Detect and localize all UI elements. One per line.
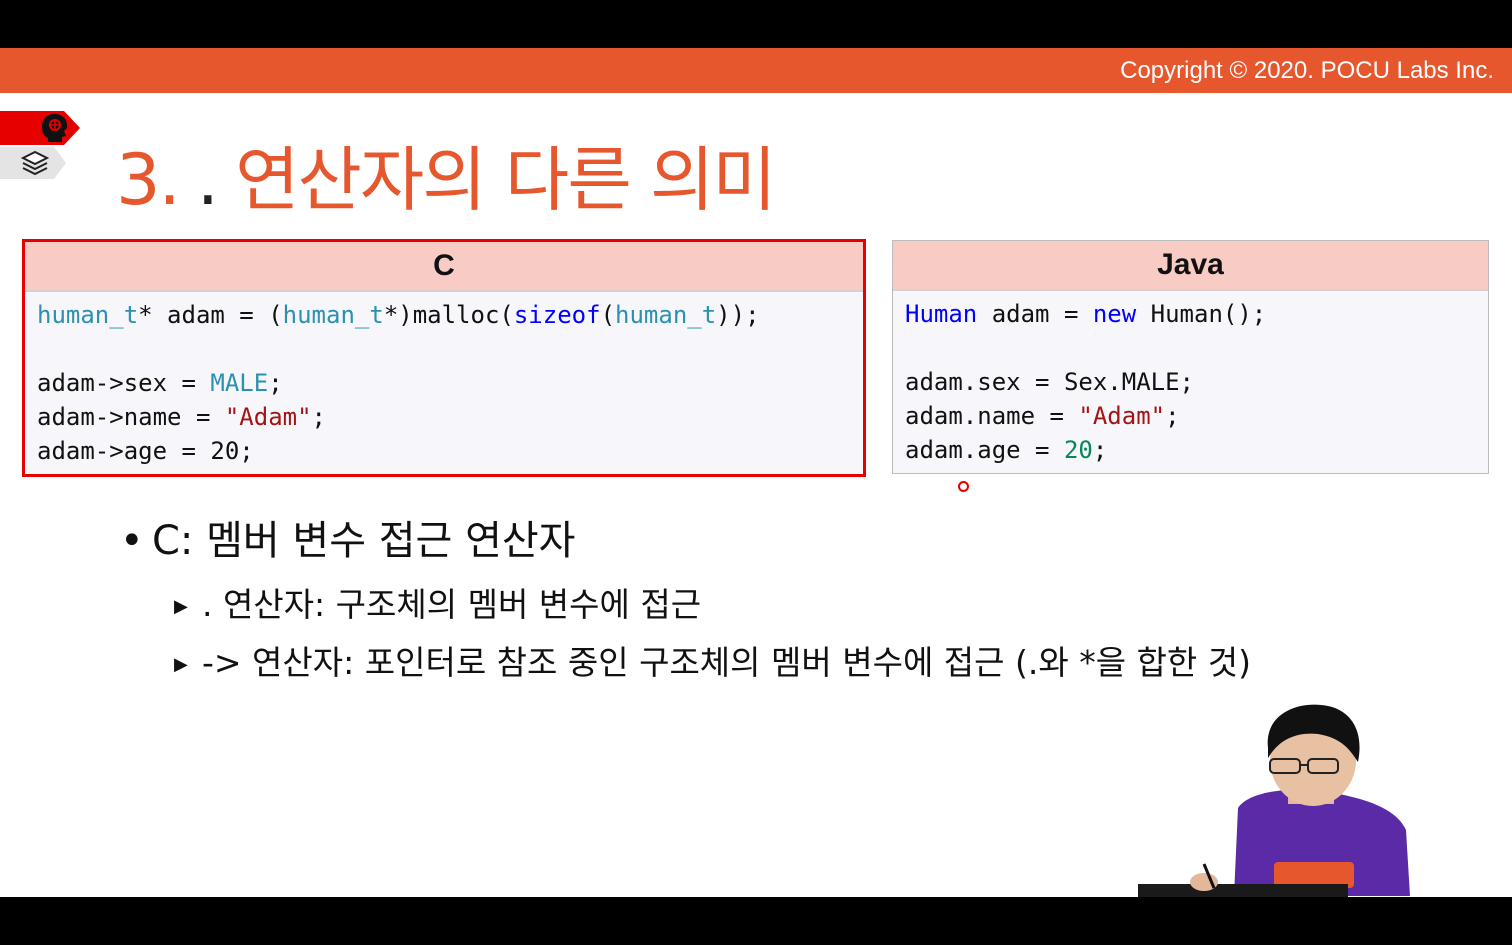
bullet-sub-2-text: -> 연산자: 포인터로 참조 중인 구조체의 멤버 변수에 접근 (.와 *을… — [202, 643, 1252, 682]
bullet-main-text: C: 멤버 변수 접근 연산자 — [152, 518, 576, 564]
c-panel-heading: C — [25, 242, 863, 292]
bullet-sub-2: ▶ -> 연산자: 포인터로 참조 중인 구조체의 멤버 변수에 접근 (.와 *… — [174, 636, 1251, 684]
copyright-text: Copyright © 2020. POCU Labs Inc. — [1120, 57, 1494, 84]
slide: Copyright © 2020. POCU Labs Inc. 3.. 연산자의… — [0, 48, 1512, 897]
title-dot: . — [196, 139, 219, 221]
presenter-video — [1138, 704, 1410, 897]
java-code-panel[interactable]: Java Human adam = new Human(); adam.sex … — [892, 240, 1489, 474]
bullet-sub-1-text: . 연산자: 구조체의 멤버 변수에 접근 — [202, 585, 702, 624]
triangle-bullet-icon: ▶ — [174, 596, 188, 617]
code-line: human_t* adam = (human_t*)malloc(sizeof(… — [37, 301, 760, 329]
bullet-sub-1: ▶ . 연산자: 구조체의 멤버 변수에 접근 — [174, 578, 701, 626]
code-line: adam->sex = MALE; — [37, 369, 283, 397]
code-line: Human adam = new Human(); — [905, 300, 1267, 328]
code-line: adam.name = "Adam"; — [905, 402, 1180, 430]
triangle-bullet-icon: ▶ — [174, 654, 188, 675]
code-line: adam.age = 20; — [905, 436, 1108, 464]
java-panel-heading: Java — [893, 241, 1488, 291]
bullet-main: • C: 멤버 변수 접근 연산자 — [120, 518, 576, 564]
books-icon — [20, 150, 50, 176]
java-code-block: Human adam = new Human(); adam.sex = Sex… — [893, 291, 1488, 467]
c-code-panel[interactable]: C human_t* adam = (human_t*)malloc(sizeo… — [22, 239, 866, 477]
code-line: adam.sex = Sex.MALE; — [905, 368, 1194, 396]
code-line: adam->name = "Adam"; — [37, 403, 326, 431]
title-text: 연산자의 다른 의미 — [235, 139, 777, 221]
c-code-block: human_t* adam = (human_t*)malloc(sizeof(… — [25, 292, 863, 468]
title-number: 3. — [116, 139, 181, 221]
brain-icon — [42, 113, 68, 142]
code-line: adam->age = 20; — [37, 437, 254, 465]
laser-pointer-dot — [958, 481, 969, 492]
slide-title: 3.. 연산자의 다른 의미 — [116, 124, 777, 225]
top-bar: Copyright © 2020. POCU Labs Inc. — [0, 48, 1512, 93]
